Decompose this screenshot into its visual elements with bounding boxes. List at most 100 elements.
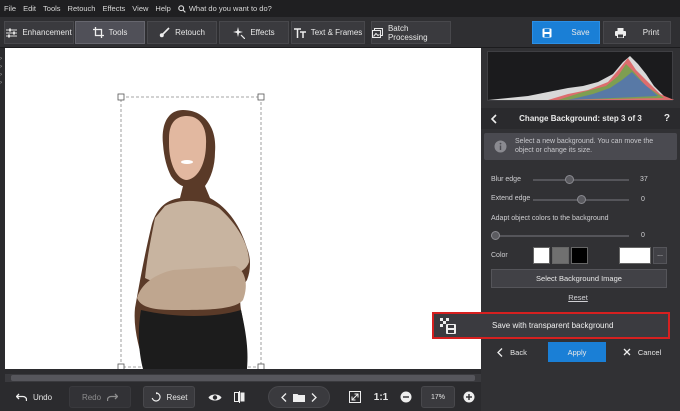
menu-help[interactable]: Help	[155, 4, 170, 13]
floppy-icon	[542, 28, 552, 37]
menu-view[interactable]: View	[132, 4, 148, 13]
folder-icon[interactable]	[293, 393, 305, 402]
save-transparent-button[interactable]: Save with transparent background	[432, 312, 670, 339]
tab-label: Batch Processing	[387, 23, 428, 42]
image-canvas[interactable]	[5, 48, 481, 369]
images-icon	[372, 27, 383, 38]
chevron-left-icon[interactable]	[281, 392, 287, 402]
undo-label: Undo	[32, 392, 53, 402]
info-box: Select a new background. You can move th…	[484, 133, 677, 160]
histogram-graph	[488, 56, 674, 100]
transparent-save-icon	[440, 317, 456, 334]
slider-track	[491, 235, 629, 237]
redo-icon	[107, 393, 119, 401]
slider-knob[interactable]	[576, 195, 586, 204]
custom-color-swatch[interactable]	[619, 247, 651, 264]
tab-batch-processing[interactable]: Batch Processing	[371, 21, 451, 44]
step-header: Change Background: step 3 of 3 ?	[481, 108, 680, 129]
tab-enhancement[interactable]: Enhancement	[4, 21, 74, 44]
fit-button[interactable]	[346, 386, 364, 408]
undo-icon	[15, 393, 27, 401]
main-toolbar: Enhancement Tools Retouch Effects Text &…	[0, 17, 680, 48]
tab-tools[interactable]: Tools	[75, 21, 145, 44]
file-navigator[interactable]	[268, 386, 330, 408]
reset-icon	[151, 392, 161, 402]
sliders-icon	[6, 28, 18, 37]
blur-edge-label: Blur edge	[491, 176, 521, 183]
tab-effects[interactable]: Effects	[219, 21, 289, 44]
extend-edge-label: Extend edge	[491, 195, 531, 202]
plus-circle-icon	[463, 391, 475, 403]
printer-icon	[614, 27, 626, 38]
adapt-colors-slider[interactable]	[491, 231, 629, 241]
crop-icon	[92, 27, 104, 38]
swatch-black[interactable]	[571, 247, 588, 264]
save-label: Save	[571, 28, 590, 37]
tab-label: Effects	[250, 28, 275, 37]
tab-text-frames[interactable]: Text & Frames	[291, 21, 365, 44]
search-icon	[178, 4, 186, 13]
save-transparent-label: Save with transparent background	[492, 321, 614, 330]
search-box[interactable]: What do you want to do?	[178, 4, 272, 13]
back-button[interactable]: Back	[484, 342, 540, 362]
eye-icon	[208, 394, 222, 400]
step-title: Change Background: step 3 of 3	[519, 114, 642, 123]
cancel-label: Cancel	[637, 347, 662, 357]
menu-tools[interactable]: Tools	[43, 4, 61, 13]
blur-edge-slider[interactable]	[533, 175, 629, 185]
close-icon	[623, 348, 631, 356]
print-label: Print	[642, 28, 660, 37]
slider-knob[interactable]	[565, 175, 575, 184]
tab-label: Retouch	[175, 28, 205, 37]
select-background-button[interactable]: Select Background Image	[491, 269, 667, 288]
slider-knob[interactable]	[491, 231, 500, 240]
chevron-left-icon	[497, 347, 503, 357]
info-text: Select a new background. You can move th…	[515, 138, 654, 154]
menu-effects[interactable]: Effects	[102, 4, 125, 13]
print-button[interactable]: Print	[603, 21, 671, 44]
adapt-colors-label: Adapt object colors to the background	[491, 215, 609, 222]
adapt-colors-value: 0	[641, 232, 645, 239]
menu-file[interactable]: File	[4, 4, 16, 13]
back-label: Back	[510, 347, 527, 357]
chevron-right-icon[interactable]	[311, 392, 317, 402]
menu-retouch[interactable]: Retouch	[68, 4, 96, 13]
menu-bar: File Edit Tools Retouch Effects View Hel…	[0, 0, 680, 17]
tab-label: Text & Frames	[310, 28, 363, 37]
apply-button[interactable]: Apply	[548, 342, 606, 362]
cancel-button[interactable]: Cancel	[614, 342, 670, 362]
apply-label: Apply	[567, 347, 587, 357]
menu-edit[interactable]: Edit	[23, 4, 36, 13]
blur-edge-value: 37	[640, 176, 648, 183]
preview-button[interactable]	[204, 386, 226, 408]
zoom-in-button[interactable]	[461, 386, 477, 408]
brush-icon	[159, 27, 170, 38]
help-button[interactable]: ?	[664, 113, 670, 124]
more-colors-button[interactable]: ...	[653, 247, 667, 264]
redo-button[interactable]: Redo	[69, 386, 131, 408]
redo-label: Redo	[81, 392, 102, 402]
compare-icon	[233, 391, 244, 403]
swatch-white[interactable]	[533, 247, 550, 264]
fit-screen-icon	[349, 391, 361, 403]
tab-label: Enhancement	[22, 28, 72, 37]
compare-button[interactable]	[228, 386, 250, 408]
back-chevron-icon[interactable]	[490, 114, 497, 124]
tab-label: Tools	[108, 28, 128, 37]
minus-circle-icon	[400, 391, 412, 403]
sparkle-icon	[233, 26, 246, 39]
undo-button[interactable]: Undo	[4, 386, 64, 408]
scrollbar-thumb[interactable]	[11, 375, 475, 381]
tab-retouch[interactable]: Retouch	[147, 21, 217, 44]
swatch-gray[interactable]	[552, 247, 569, 264]
zoom-out-button[interactable]	[398, 386, 414, 408]
reset-link[interactable]: Reset	[560, 293, 596, 302]
horizontal-scrollbar[interactable]	[5, 374, 481, 382]
reset-label: Reset	[166, 392, 188, 402]
histogram	[487, 51, 674, 101]
save-button[interactable]: Save	[532, 21, 600, 44]
zoom-level[interactable]: 17%	[421, 386, 455, 408]
reset-button[interactable]: Reset	[143, 386, 195, 408]
actual-size-button[interactable]: 1:1	[370, 386, 392, 408]
extend-edge-slider[interactable]	[533, 195, 629, 205]
